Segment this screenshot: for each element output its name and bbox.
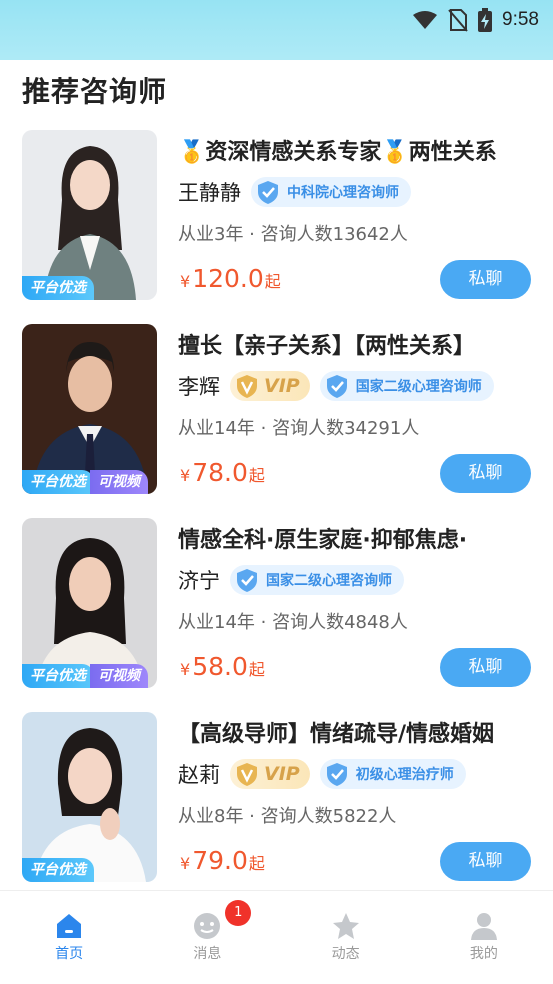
tab-profile[interactable]: 我的 xyxy=(415,891,553,984)
private-chat-button[interactable]: 私聊 xyxy=(440,454,531,493)
counselor-meta: 李辉 VIP 国家二级心理咨询师 xyxy=(178,370,494,402)
featured-badge: 平台优选 xyxy=(22,664,94,688)
certification-label: 国家二级心理咨询师 xyxy=(355,379,482,395)
counselor-name: 赵莉 xyxy=(178,763,220,787)
certification-badge: 国家二级心理咨询师 xyxy=(230,565,404,595)
price-value: 58.0 xyxy=(192,652,248,681)
currency-symbol: ¥ xyxy=(180,854,191,873)
tab-label: 动态 xyxy=(331,946,360,962)
tab-moments[interactable]: 动态 xyxy=(277,891,415,984)
certification-badge: 国家二级心理咨询师 xyxy=(319,371,494,401)
vip-label: VIP xyxy=(264,763,300,785)
star-icon xyxy=(332,913,359,939)
home-icon xyxy=(57,914,82,938)
currency-symbol: ¥ xyxy=(180,466,191,485)
video-available-badge: 可视频 xyxy=(90,664,148,688)
counselor-stats: 从业3年 · 咨询人数13642人 xyxy=(178,224,408,245)
tab-messages[interactable]: 1 消息 xyxy=(138,891,276,984)
counselor-list-section[interactable]: 推荐咨询师 平台优选 🥇资深情感关系专家🥇两性关系 王静静 中科院心理咨询师 从… xyxy=(0,60,553,890)
counselor-card[interactable]: 平台优选 可视频 擅长【亲子关系】【两性关系】 李辉 VIP 国家二级心理咨询师 xyxy=(0,324,553,500)
photo-badges: 平台优选 可视频 xyxy=(22,470,148,494)
portrait-image xyxy=(22,712,157,882)
price-suffix: 起 xyxy=(264,272,281,291)
certification-badge: 中科院心理咨询师 xyxy=(251,177,411,207)
photo-badges: 平台优选 可视频 xyxy=(22,664,148,688)
counselor-headline[interactable]: 擅长【亲子关系】【两性关系】 xyxy=(178,328,538,360)
portrait-image xyxy=(22,130,157,300)
counselor-headline[interactable]: 🥇资深情感关系专家🥇两性关系 xyxy=(178,134,538,166)
no-sim-icon xyxy=(448,9,468,32)
vip-shield-icon xyxy=(237,763,257,786)
counselor-headline[interactable]: 【高级导师】情绪疏导/情感婚姻 xyxy=(178,716,538,748)
shield-check-icon xyxy=(237,569,257,592)
wifi-icon xyxy=(413,11,438,29)
vip-label: VIP xyxy=(264,375,300,397)
private-chat-button[interactable]: 私聊 xyxy=(440,842,531,881)
battery-charging-icon xyxy=(478,8,493,32)
counselor-meta: 济宁 国家二级心理咨询师 xyxy=(178,564,404,596)
counselor-headline[interactable]: 情感全科·原生家庭·抑郁焦虑· xyxy=(178,522,538,554)
vip-shield-icon xyxy=(237,375,257,398)
price-value: 79.0 xyxy=(192,846,248,875)
counselor-card[interactable]: 平台优选 🥇资深情感关系专家🥇两性关系 王静静 中科院心理咨询师 从业3年 · … xyxy=(0,130,553,306)
counselor-photo[interactable]: 平台优选 xyxy=(22,712,157,882)
counselor-stats: 从业14年 · 咨询人数34291人 xyxy=(178,418,420,439)
price: ¥ 58.0 起 xyxy=(180,652,265,681)
counselor-photo[interactable]: 平台优选 xyxy=(22,130,157,300)
photo-badges: 平台优选 xyxy=(22,276,94,300)
currency-symbol: ¥ xyxy=(180,272,191,291)
shield-check-icon xyxy=(326,375,347,398)
vip-badge: VIP xyxy=(230,759,310,789)
featured-badge: 平台优选 xyxy=(22,470,94,494)
video-available-badge: 可视频 xyxy=(90,470,148,494)
vip-badge: VIP xyxy=(230,371,310,401)
price: ¥ 79.0 起 xyxy=(180,846,265,875)
counselor-card[interactable]: 平台优选 可视频 情感全科·原生家庭·抑郁焦虑· 济宁 国家二级心理咨询师 从业… xyxy=(0,518,553,694)
tab-label: 首页 xyxy=(55,946,84,962)
counselor-card[interactable]: 平台优选 【高级导师】情绪疏导/情感婚姻 赵莉 VIP 初级心理治疗师 从业8年 xyxy=(0,712,553,888)
certification-label: 初级心理治疗师 xyxy=(355,767,454,783)
counselor-stats: 从业8年 · 咨询人数5822人 xyxy=(178,806,397,827)
certification-label: 国家二级心理咨询师 xyxy=(266,573,392,589)
certification-label: 中科院心理咨询师 xyxy=(287,185,399,201)
price-suffix: 起 xyxy=(248,854,265,873)
clock: 9:58 xyxy=(502,9,539,30)
price-value: 78.0 xyxy=(192,458,248,487)
price: ¥ 78.0 起 xyxy=(180,458,265,487)
message-icon xyxy=(194,913,221,939)
tab-home[interactable]: 首页 xyxy=(0,891,138,984)
profile-icon xyxy=(470,913,497,940)
status-icons: 9:58 xyxy=(412,6,539,34)
portrait-image xyxy=(22,324,157,494)
section-title: 推荐咨询师 xyxy=(22,75,168,108)
price-value: 120.0 xyxy=(192,264,264,293)
price: ¥ 120.0 起 xyxy=(180,264,281,293)
portrait-image xyxy=(22,518,157,688)
price-suffix: 起 xyxy=(248,466,265,485)
certification-badge: 初级心理治疗师 xyxy=(319,759,466,789)
featured-badge: 平台优选 xyxy=(22,276,94,300)
tab-label: 我的 xyxy=(469,946,498,962)
counselor-name: 济宁 xyxy=(178,569,220,593)
photo-badges: 平台优选 xyxy=(22,858,94,882)
counselor-photo[interactable]: 平台优选 可视频 xyxy=(22,518,157,688)
counselor-name: 王静静 xyxy=(178,181,241,205)
currency-symbol: ¥ xyxy=(180,660,191,679)
price-suffix: 起 xyxy=(248,660,265,679)
private-chat-button[interactable]: 私聊 xyxy=(440,260,531,299)
counselor-name: 李辉 xyxy=(178,375,220,399)
shield-check-icon xyxy=(326,763,347,786)
shield-check-icon xyxy=(258,181,278,204)
tab-label: 消息 xyxy=(193,946,222,962)
counselor-photo[interactable]: 平台优选 可视频 xyxy=(22,324,157,494)
featured-badge: 平台优选 xyxy=(22,858,94,882)
bottom-tab-bar: 首页 1 消息 动态 我的 xyxy=(0,890,553,983)
private-chat-button[interactable]: 私聊 xyxy=(440,648,531,687)
counselor-meta: 王静静 中科院心理咨询师 xyxy=(178,176,411,208)
counselor-stats: 从业14年 · 咨询人数4848人 xyxy=(178,612,408,633)
counselor-meta: 赵莉 VIP 初级心理治疗师 xyxy=(178,758,466,790)
unread-count-badge: 1 xyxy=(225,900,252,926)
